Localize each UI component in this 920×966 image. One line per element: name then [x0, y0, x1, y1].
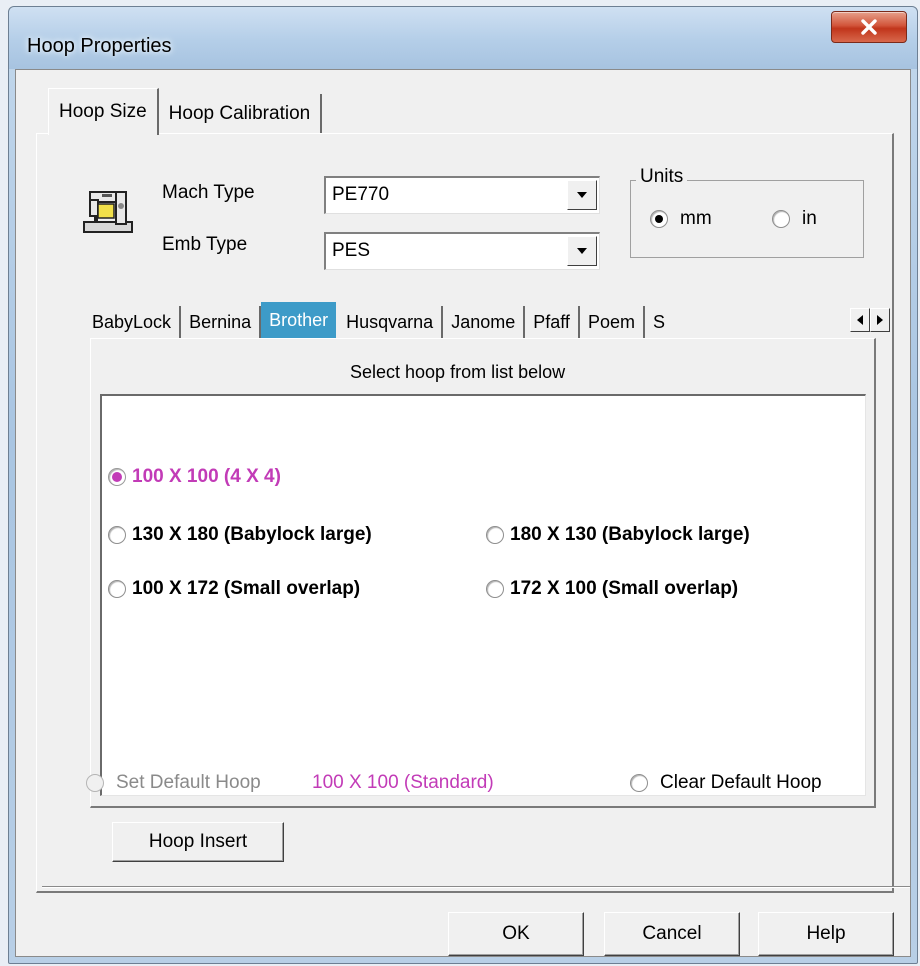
default-hoop-value: 100 X 100 (Standard) — [312, 772, 494, 793]
hoop-label: 100 X 172 (Small overlap) — [132, 578, 361, 599]
tab-hoop-calibration[interactable]: Hoop Calibration — [158, 94, 323, 134]
units-in-radio[interactable] — [772, 210, 790, 228]
footer-divider — [42, 886, 910, 888]
mach-type-dropdown-button[interactable] — [567, 180, 597, 210]
hoop-option-180x130[interactable]: 180 X 130 (Babylock large) — [486, 524, 750, 546]
hoop-radio[interactable] — [108, 468, 126, 486]
window-title: Hoop Properties — [27, 35, 172, 57]
set-default-hoop-radio[interactable] — [86, 774, 104, 792]
main-tab-strip: Hoop Size Hoop Calibration — [48, 88, 323, 135]
emb-type-label: Emb Type — [162, 234, 248, 255]
tab-bernina[interactable]: Bernina — [181, 306, 262, 338]
tab-pfaff[interactable]: Pfaff — [525, 306, 580, 338]
dialog-client-area: Hoop Size Hoop Calibration Mach Type PE7… — [15, 69, 911, 957]
title-bar[interactable]: Hoop Properties — [9, 7, 917, 69]
mach-type-label: Mach Type — [162, 182, 255, 203]
units-mm-label[interactable]: mm — [680, 208, 712, 230]
hoop-label: 130 X 180 (Babylock large) — [132, 524, 372, 545]
hoop-option-100x100[interactable]: 100 X 100 (4 X 4) — [108, 466, 281, 488]
ok-button[interactable]: OK — [448, 912, 584, 956]
tab-hoop-size[interactable]: Hoop Size — [48, 88, 159, 135]
mach-type-value: PE770 — [332, 184, 390, 205]
close-button[interactable] — [831, 11, 907, 43]
chevron-down-icon — [577, 248, 587, 254]
hoop-option-100x172[interactable]: 100 X 172 (Small overlap) — [108, 578, 360, 600]
tab-husqvarna[interactable]: Husqvarna — [338, 306, 444, 338]
help-button[interactable]: Help — [758, 912, 894, 956]
brand-tab-strip: BabyLock Bernina Brother Husqvarna Janom… — [84, 300, 884, 338]
tab-poem[interactable]: Poem — [580, 306, 645, 338]
hoop-label: 172 X 100 (Small overlap) — [510, 578, 739, 599]
tab-brother[interactable]: Brother — [261, 302, 337, 338]
emb-type-select[interactable]: PES — [324, 232, 600, 270]
clear-default-hoop-label[interactable]: Clear Default Hoop — [660, 772, 822, 794]
arrow-left-icon — [857, 315, 863, 325]
hoop-radio[interactable] — [108, 580, 126, 598]
scroll-right-button[interactable] — [870, 308, 890, 332]
hoop-properties-dialog: Hoop Properties Hoop Size Hoop Calibrati… — [8, 6, 918, 964]
hoop-label: 100 X 100 (4 X 4) — [132, 466, 281, 487]
close-icon — [861, 19, 877, 35]
chevron-down-icon — [577, 192, 587, 198]
units-legend: Units — [636, 166, 688, 188]
mach-type-select[interactable]: PE770 — [324, 176, 600, 214]
tab-scroll-arrows — [850, 308, 890, 332]
hoop-insert-button[interactable]: Hoop Insert — [112, 822, 284, 862]
arrow-right-icon — [877, 315, 883, 325]
hoop-radio[interactable] — [486, 580, 504, 598]
hoop-option-130x180[interactable]: 130 X 180 (Babylock large) — [108, 524, 372, 546]
set-default-hoop-label[interactable]: Set Default Hoop — [116, 772, 261, 794]
tab-babylock[interactable]: BabyLock — [84, 306, 182, 338]
units-mm-radio[interactable] — [650, 210, 668, 228]
sewing-machine-icon — [83, 191, 133, 233]
tab-s-truncated[interactable]: S — [645, 306, 673, 338]
units-in-label[interactable]: in — [802, 208, 817, 230]
emb-type-value: PES — [332, 240, 371, 261]
cancel-button[interactable]: Cancel — [604, 912, 740, 956]
emb-type-dropdown-button[interactable] — [567, 236, 597, 266]
hoop-radio[interactable] — [108, 526, 126, 544]
hoop-label: 180 X 130 (Babylock large) — [510, 524, 750, 545]
tab-janome[interactable]: Janome — [443, 306, 526, 338]
hoop-radio[interactable] — [486, 526, 504, 544]
scroll-left-button[interactable] — [850, 308, 870, 332]
clear-default-hoop-radio[interactable] — [630, 774, 648, 792]
hoop-option-172x100[interactable]: 172 X 100 (Small overlap) — [486, 578, 738, 600]
hoop-list-heading: Select hoop from list below — [350, 362, 566, 382]
hoop-list: 100 X 100 (4 X 4) 130 X 180 (Babylock la… — [100, 394, 866, 796]
